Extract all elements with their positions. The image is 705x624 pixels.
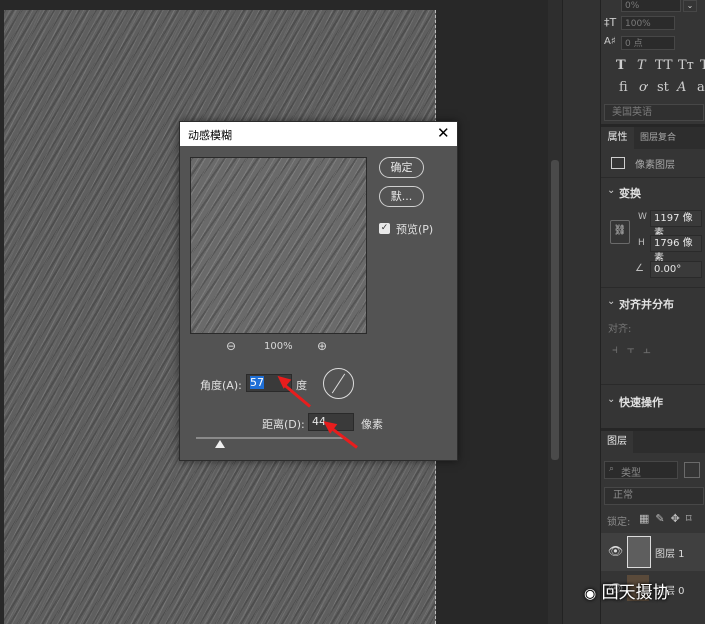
dialog-title: 动感模糊 bbox=[188, 129, 232, 142]
chevron-down-icon[interactable]: ⌄ bbox=[607, 296, 615, 307]
tracking-row: 0% ⌄ bbox=[604, 0, 704, 14]
pixel-layer-icon bbox=[611, 157, 625, 169]
angle-label: 角度(A): bbox=[200, 379, 242, 392]
angle-dial-needle bbox=[331, 373, 346, 394]
layer-filter-label: 类型 bbox=[621, 468, 641, 479]
layer-filter-select[interactable]: ⌕ 类型 bbox=[604, 461, 678, 479]
watermark-text: 回天摄协 bbox=[601, 583, 670, 603]
preview-checkbox[interactable]: ✓ bbox=[379, 223, 390, 234]
lock-label: 锁定: bbox=[607, 517, 631, 528]
ok-button[interactable]: 确定 bbox=[379, 157, 424, 178]
align-buttons[interactable]: ⫞⫟⫠ bbox=[612, 342, 702, 356]
faux-bold-button[interactable]: T bbox=[616, 58, 626, 73]
text-style-glyphs: T T TT Tт T bbox=[616, 58, 705, 76]
faux-italic-button[interactable]: T bbox=[637, 58, 646, 73]
width-input[interactable]: 1197 像素 bbox=[650, 210, 702, 239]
zoom-in-icon[interactable]: ⊕ bbox=[317, 339, 327, 353]
baseline-shift-icon: A♯ bbox=[604, 36, 616, 47]
layers-tabbar: 图层 bbox=[601, 431, 705, 453]
baseline-shift-input[interactable]: 0 点 bbox=[621, 36, 675, 50]
quick-actions-title: 快速操作 bbox=[619, 396, 663, 409]
angle-icon: ∠ bbox=[635, 263, 644, 274]
superscript-button[interactable]: T bbox=[700, 58, 705, 73]
dialog-titlebar[interactable]: 动感模糊 ✕ bbox=[180, 122, 457, 146]
tab-layer-comps[interactable]: 图层复合 bbox=[640, 127, 676, 149]
language-select[interactable]: 美国英语 bbox=[604, 104, 704, 121]
preview-label: 预览(P) bbox=[396, 223, 434, 236]
ordinals-button[interactable]: a bbox=[697, 80, 705, 95]
height-label: H bbox=[638, 238, 645, 248]
vertical-scale-icon: ‡T bbox=[604, 16, 617, 29]
layer-thumbnail[interactable] bbox=[627, 536, 651, 568]
scrollbar-thumb[interactable] bbox=[551, 160, 559, 460]
small-caps-button[interactable]: Tт bbox=[678, 58, 694, 73]
chevron-down-icon[interactable]: ⌄ bbox=[607, 394, 615, 405]
image-filter-icon[interactable] bbox=[684, 462, 700, 478]
cancel-button[interactable]: 默... bbox=[379, 186, 424, 207]
zoom-level: 100% bbox=[264, 341, 293, 352]
layer-name[interactable]: 图层 1 bbox=[655, 545, 685, 560]
motion-blur-dialog: 动感模糊 ✕ 确定 默... ✓ 预览(P) ⊖ 100% ⊕ 角度(A): 5… bbox=[179, 121, 458, 461]
blend-mode-select[interactable]: 正常 bbox=[604, 487, 704, 505]
angle-unit: 度 bbox=[296, 379, 307, 392]
chevron-down-icon[interactable]: ⌄ bbox=[607, 185, 615, 196]
distance-slider-track[interactable] bbox=[196, 437, 346, 439]
angle-value: 57 bbox=[250, 376, 264, 389]
tab-layers[interactable]: 图层 bbox=[601, 431, 633, 453]
rotation-input[interactable]: 0.00° bbox=[650, 261, 702, 278]
right-panel: 0% ⌄ ‡T 100% A♯ 0 点 T T TT Tт T fi ơ st … bbox=[600, 0, 705, 624]
tab-properties[interactable]: 属性 bbox=[601, 127, 634, 149]
properties-tabbar: 属性 图层复合 bbox=[601, 127, 705, 149]
distance-unit: 像素 bbox=[361, 418, 383, 431]
align-title: 对齐并分布 bbox=[619, 298, 674, 311]
swash-button[interactable]: A bbox=[677, 80, 686, 95]
close-icon[interactable]: ✕ bbox=[437, 124, 450, 142]
distance-label: 距离(D): bbox=[262, 418, 305, 431]
layer-row[interactable]: 👁 图层 1 bbox=[601, 533, 705, 571]
angle-dial[interactable] bbox=[323, 368, 354, 399]
old-style-button[interactable]: ơ bbox=[639, 80, 647, 95]
search-icon: ⌕ bbox=[609, 464, 615, 474]
preview-image[interactable] bbox=[190, 157, 367, 334]
vertical-scale-input[interactable]: 100% bbox=[621, 16, 675, 30]
align-label: 对齐: bbox=[608, 324, 632, 335]
transform-title: 变换 bbox=[619, 187, 641, 200]
wechat-icon: ◉ bbox=[584, 586, 597, 602]
all-caps-button[interactable]: TT bbox=[655, 58, 673, 73]
distance-slider-thumb[interactable] bbox=[215, 440, 225, 448]
watermark: ◉ 回天摄协 bbox=[584, 578, 670, 603]
height-input[interactable]: 1796 像素 bbox=[650, 235, 702, 264]
chevron-down-icon[interactable]: ⌄ bbox=[683, 0, 697, 12]
zoom-out-icon[interactable]: ⊖ bbox=[226, 339, 236, 353]
width-label: W bbox=[638, 212, 647, 222]
lock-icons[interactable]: ▦✎✥⌑ bbox=[639, 512, 697, 525]
eye-icon[interactable]: 👁 bbox=[608, 544, 623, 558]
pixel-layer-label: 像素图层 bbox=[635, 160, 675, 171]
tracking-input[interactable]: 0% bbox=[621, 0, 681, 12]
opentype-glyphs: fi ơ st A a bbox=[619, 80, 705, 98]
link-icon[interactable]: ⛓ bbox=[610, 220, 630, 244]
discretionary-ligatures-button[interactable]: st bbox=[657, 80, 669, 95]
panel-icon-strip bbox=[562, 0, 601, 624]
ligatures-button[interactable]: fi bbox=[619, 80, 628, 95]
